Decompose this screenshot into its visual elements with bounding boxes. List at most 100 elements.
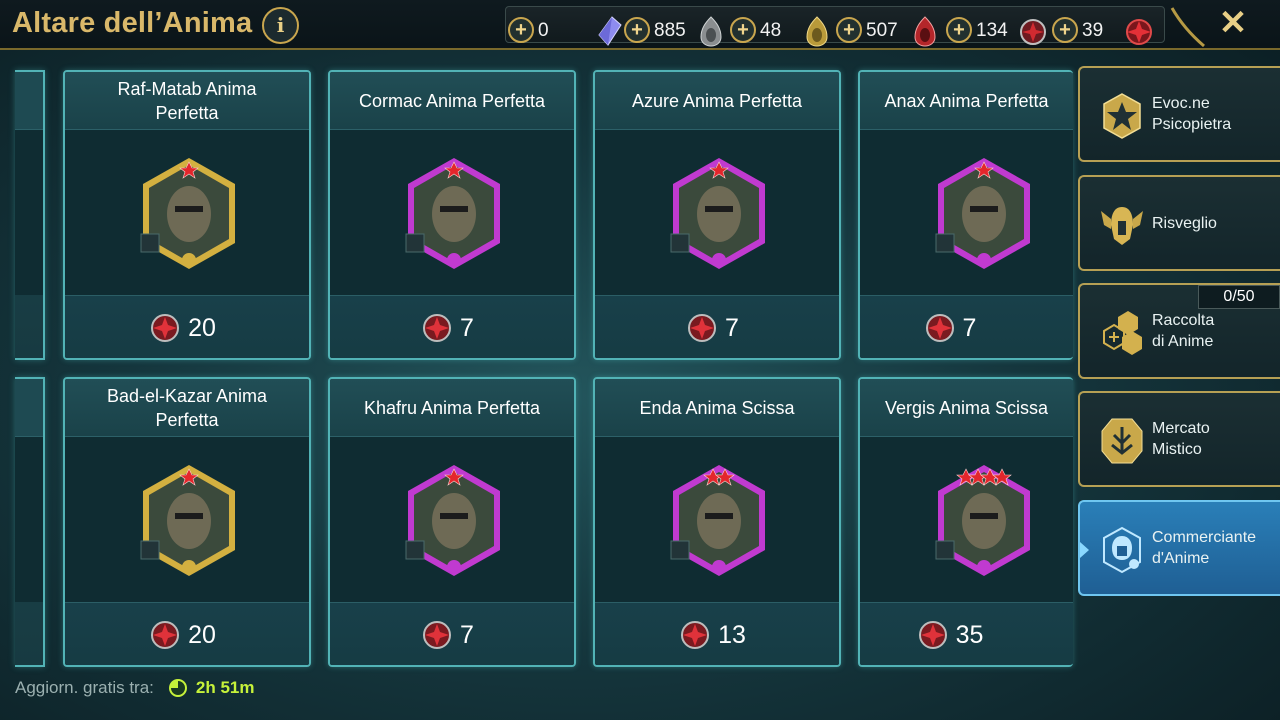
champion-portrait xyxy=(670,465,765,576)
card-footer: 13 xyxy=(595,602,839,665)
resource-bar: + 0 + 885 + 48 + 507 + 134 + 39 xyxy=(505,6,1165,47)
soul-currency-icon xyxy=(151,314,180,342)
soul-collection-icon xyxy=(1103,311,1142,355)
card-header: Khafru Anima Perfetta xyxy=(330,379,574,437)
close-button[interactable]: ✕ xyxy=(1217,6,1249,40)
affinity-icon xyxy=(140,540,160,560)
card-footer: 7 xyxy=(330,602,574,665)
soul-card[interactable]: Raf-Matab Anima Perfetta 20 xyxy=(63,70,311,360)
soul-currency-icon xyxy=(918,621,947,649)
crystal-count: 0 xyxy=(538,20,549,41)
legendary-soul-count: 39 xyxy=(1082,20,1104,41)
card-body xyxy=(860,130,1073,295)
soul-card[interactable]: Bad-el-Kazar Anima Perfetta 20 xyxy=(63,377,311,667)
common-soul-count: 885 xyxy=(654,20,686,41)
soul-currency-icon xyxy=(151,621,180,649)
page-title: Altare dell’Anima xyxy=(12,7,253,39)
card-price: 20 xyxy=(65,313,305,343)
card-body xyxy=(330,437,574,602)
card-footer: 7 xyxy=(330,295,574,358)
winged-helmet-icon xyxy=(1101,207,1143,245)
card-header: Vergis Anima Scissa xyxy=(860,379,1073,437)
card-price: 7 xyxy=(330,313,570,343)
champion-portrait xyxy=(140,158,235,269)
rare-soul-count: 507 xyxy=(866,20,898,41)
affinity-icon xyxy=(670,233,690,253)
card-header: Enda Anima Scissa xyxy=(595,379,839,437)
card-header: Cormac Anima Perfetta xyxy=(330,72,574,130)
card-footer: 20 xyxy=(65,295,309,358)
previous-card-partial xyxy=(15,377,45,667)
soul-merchant-icon xyxy=(1103,526,1141,574)
gold-soul-icon xyxy=(806,16,828,47)
menu-summon-soulstone[interactable]: Evoc.ne Psicopietra xyxy=(1078,66,1280,162)
menu-soul-merchant[interactable]: Commerciante d'Anime xyxy=(1078,500,1280,596)
soul-card[interactable]: Vergis Anima Scissa 35 xyxy=(858,377,1073,667)
add-uncommon-soul-button[interactable]: + xyxy=(730,17,756,43)
clock-icon xyxy=(168,679,187,697)
card-body xyxy=(65,130,309,295)
card-price: 20 xyxy=(65,620,305,650)
red-soul-icon xyxy=(914,16,936,47)
card-body xyxy=(65,437,309,602)
card-price: 7 xyxy=(860,313,1057,343)
champion-portrait xyxy=(670,158,765,269)
card-title: Cormac Anima Perfetta xyxy=(358,90,546,111)
champion-portrait xyxy=(935,158,1030,269)
info-button[interactable]: i xyxy=(262,7,299,44)
price-value: 20 xyxy=(188,620,216,649)
affinity-icon xyxy=(405,540,425,560)
add-legendary-soul-button[interactable]: + xyxy=(1052,17,1078,43)
affinity-icon xyxy=(935,233,955,253)
soul-currency-icon xyxy=(925,314,954,342)
card-title: Raf-Matab Anima Perfetta xyxy=(117,78,257,123)
add-rare-soul-button[interactable]: + xyxy=(836,17,862,43)
price-value: 7 xyxy=(460,620,474,649)
card-header: Azure Anima Perfetta xyxy=(595,72,839,130)
mystic-market-icon xyxy=(1101,418,1143,464)
card-price: 35 xyxy=(860,620,1057,650)
soul-card[interactable]: Azure Anima Perfetta 7 xyxy=(593,70,841,360)
active-menu-indicator xyxy=(1080,542,1089,558)
price-value: 13 xyxy=(718,620,746,649)
card-footer: 35 xyxy=(860,602,1073,665)
crystal-icon xyxy=(598,16,622,46)
card-body xyxy=(595,437,839,602)
champion-portrait xyxy=(935,465,1030,576)
grey-soul-icon xyxy=(700,16,722,47)
add-epic-soul-button[interactable]: + xyxy=(946,17,972,43)
soul-card[interactable]: Anax Anima Perfetta 7 xyxy=(858,70,1073,360)
card-title: Anax Anima Perfetta xyxy=(884,90,1049,111)
add-common-soul-button[interactable]: + xyxy=(624,17,650,43)
soul-card[interactable]: Cormac Anima Perfetta 7 xyxy=(328,70,576,360)
card-title: Khafru Anima Perfetta xyxy=(363,397,541,418)
card-price: 7 xyxy=(330,620,570,650)
soul-collection-counter: 0/50 xyxy=(1198,285,1280,309)
soul-currency-icon xyxy=(688,314,717,342)
card-title: Bad-el-Kazar Anima Perfetta xyxy=(106,385,268,430)
price-value: 7 xyxy=(725,313,739,342)
star-badge-icon xyxy=(1103,93,1141,139)
card-body xyxy=(595,130,839,295)
epic-soul-count: 134 xyxy=(976,20,1008,41)
card-body xyxy=(860,437,1073,602)
refresh-label: Aggiorn. gratis tra: xyxy=(15,678,154,697)
free-refresh-timer: Aggiorn. gratis tra: 2h 51m xyxy=(15,676,255,700)
soul-card[interactable]: Enda Anima Scissa 13 xyxy=(593,377,841,667)
refresh-timer-value: 2h 51m xyxy=(195,678,255,697)
affinity-icon xyxy=(935,540,955,560)
price-value: 35 xyxy=(955,620,984,649)
soul-currency-icon xyxy=(423,314,452,342)
affinity-icon xyxy=(670,540,690,560)
red-soul-orb-icon xyxy=(1126,19,1152,45)
menu-mystic-market[interactable]: Mercato Mistico xyxy=(1078,391,1280,487)
menu-label: Risveglio xyxy=(1152,214,1217,232)
champion-portrait xyxy=(405,158,500,269)
champion-portrait xyxy=(140,465,235,576)
card-header: Anax Anima Perfetta xyxy=(860,72,1073,130)
add-crystal-button[interactable]: + xyxy=(508,17,534,43)
card-title: Azure Anima Perfetta xyxy=(631,90,803,111)
menu-awakening[interactable]: Risveglio xyxy=(1078,175,1280,271)
soul-card[interactable]: Khafru Anima Perfetta 7 xyxy=(328,377,576,667)
card-footer: 7 xyxy=(595,295,839,358)
